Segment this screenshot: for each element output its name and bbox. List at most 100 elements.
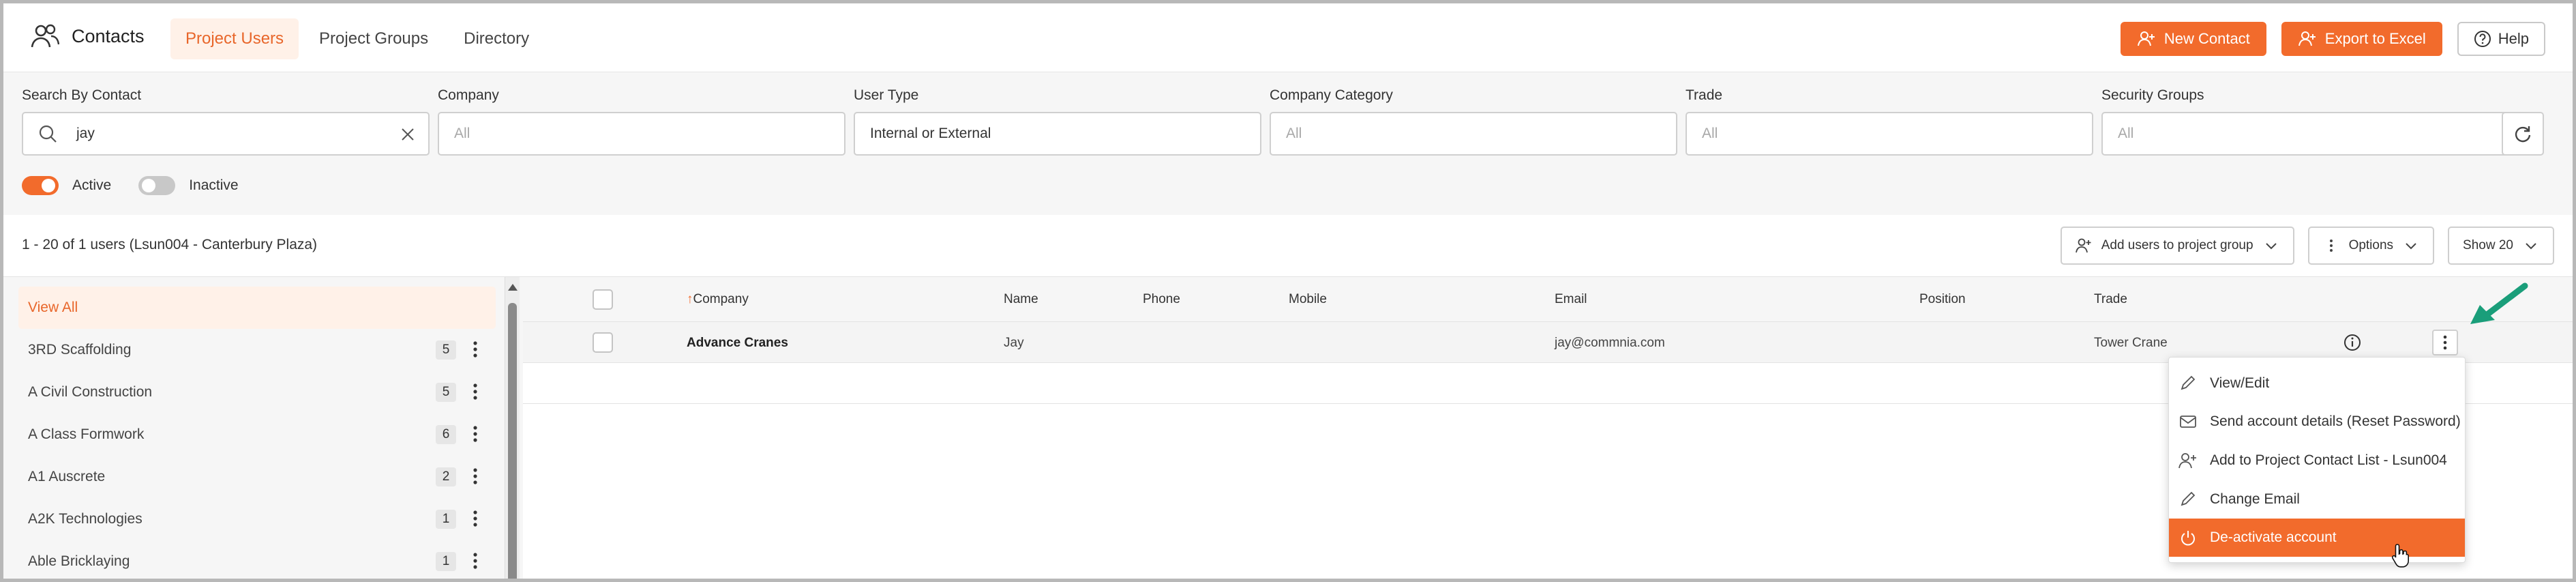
user-type-filter: User Type Internal or External xyxy=(854,87,1261,156)
tab-directory[interactable]: Directory xyxy=(449,18,544,59)
column-header-name[interactable]: Name xyxy=(1004,292,1038,307)
company-category-filter: Company Category All xyxy=(1270,87,1677,156)
count-badge: 6 xyxy=(436,425,456,444)
annotation-arrow-icon xyxy=(2470,282,2528,324)
info-icon[interactable] xyxy=(2343,333,2362,352)
kebab-icon[interactable] xyxy=(468,381,482,403)
results-count: 1 - 20 of 1 users (Lsun004 - Canterbury … xyxy=(22,237,318,252)
sidebar-item-label: A2K Technologies xyxy=(28,511,143,527)
refresh-button[interactable] xyxy=(2502,112,2544,156)
sidebar-item[interactable]: 3RD Scaffolding 5 xyxy=(18,329,496,371)
menu-item-change-email[interactable]: Change Email xyxy=(2169,480,2465,519)
filter-panel: Search By Contact jay Company All User T… xyxy=(3,72,2573,215)
kebab-icon[interactable] xyxy=(468,465,482,487)
row-actions-button[interactable] xyxy=(2432,330,2458,355)
company-category-select[interactable]: All xyxy=(1270,112,1677,156)
cell-name: Jay xyxy=(1004,336,1024,350)
chevron-down-icon xyxy=(2526,243,2536,250)
sidebar-item[interactable]: A1 Auscrete 2 xyxy=(18,456,496,498)
column-header-trade[interactable]: Trade xyxy=(2094,292,2127,307)
row-actions-menu: View/Edit Send account details (Reset Pa… xyxy=(2168,357,2466,563)
header-actions: New Contact Export to Excel Help xyxy=(2120,22,2545,56)
kebab-icon xyxy=(2329,239,2333,252)
power-icon xyxy=(2181,531,2195,546)
search-icon xyxy=(39,125,57,143)
cell-company: Advance Cranes xyxy=(687,336,788,350)
trade-select[interactable]: All xyxy=(1686,112,2093,156)
row-checkbox[interactable] xyxy=(593,332,613,353)
tab-project-users[interactable]: Project Users xyxy=(170,18,299,59)
column-header-email[interactable]: Email xyxy=(1555,292,1587,307)
search-value: jay xyxy=(76,126,95,141)
active-toggle[interactable] xyxy=(22,176,59,195)
hand-cursor-icon xyxy=(2391,544,2409,568)
tab-bar: Project Users Project Groups Directory xyxy=(170,18,544,59)
kebab-icon[interactable] xyxy=(468,550,482,572)
company-list: View All 3RD Scaffolding 5 A Civil Const… xyxy=(18,287,496,579)
user-type-select[interactable]: Internal or External xyxy=(854,112,1261,156)
sidebar-item[interactable]: A2K Technologies 1 xyxy=(18,498,496,540)
sidebar-item-label: Able Bricklaying xyxy=(28,553,130,569)
envelope-icon xyxy=(2180,416,2196,428)
column-header-phone[interactable]: Phone xyxy=(1143,292,1180,307)
menu-item-send-account-details[interactable]: Send account details (Reset Password) xyxy=(2169,403,2465,441)
menu-item-deactivate-account[interactable]: De-activate account xyxy=(2169,519,2465,557)
menu-item-add-to-contact-list[interactable]: Add to Project Contact List - Lsun004 xyxy=(2169,441,2465,480)
export-excel-button[interactable]: Export to Excel xyxy=(2281,22,2442,56)
pencil-icon xyxy=(2181,491,2196,506)
header: Contacts Project Users Project Groups Di… xyxy=(3,3,2573,72)
app-window: Contacts Project Users Project Groups Di… xyxy=(0,0,2576,582)
options-label: Options xyxy=(2348,238,2394,252)
user-type-label: User Type xyxy=(854,87,919,103)
kebab-icon[interactable] xyxy=(468,423,482,445)
company-select[interactable]: All xyxy=(438,112,845,156)
kebab-icon[interactable] xyxy=(468,508,482,529)
select-all-checkbox[interactable] xyxy=(593,289,613,310)
kebab-icon[interactable] xyxy=(468,338,482,360)
cell-email: jay@commnia.com xyxy=(1555,336,1665,350)
scroll-up-icon[interactable] xyxy=(508,284,518,291)
column-header-position[interactable]: Position xyxy=(1919,292,1966,307)
company-label: Company xyxy=(438,87,499,103)
company-filter: Company All xyxy=(438,87,845,156)
results-bar: 1 - 20 of 1 users (Lsun004 - Canterbury … xyxy=(3,215,2573,276)
sidebar-item[interactable]: Able Bricklaying 1 xyxy=(18,540,496,579)
page-title: Contacts xyxy=(72,25,145,46)
trade-filter: Trade All xyxy=(1686,87,2093,156)
new-contact-button[interactable]: New Contact xyxy=(2120,22,2266,56)
add-user-icon xyxy=(2178,453,2196,469)
cell-trade: Tower Crane xyxy=(2094,336,2168,350)
menu-item-label: De-activate account xyxy=(2210,529,2337,545)
menu-item-label: Add to Project Contact List - Lsun004 xyxy=(2210,452,2447,468)
add-user-icon xyxy=(2075,238,2091,253)
sidebar-item[interactable]: A Civil Construction 5 xyxy=(18,371,496,413)
menu-item-label: Send account details (Reset Password) xyxy=(2210,413,2461,429)
column-header-company[interactable]: ↑Company xyxy=(687,292,749,307)
export-excel-label: Export to Excel xyxy=(2324,30,2426,47)
help-button[interactable]: Help xyxy=(2457,22,2545,56)
inactive-toggle[interactable] xyxy=(138,176,176,195)
sidebar-scrollbar[interactable] xyxy=(505,277,520,579)
add-users-to-group-button[interactable]: Add users to project group xyxy=(2060,227,2294,265)
help-label: Help xyxy=(2498,30,2529,47)
trade-label: Trade xyxy=(1686,87,1723,103)
security-groups-filter: Security Groups All xyxy=(2101,87,2509,156)
security-groups-label: Security Groups xyxy=(2101,87,2204,103)
sidebar-item[interactable]: A Class Formwork 6 xyxy=(18,413,496,456)
add-user-icon xyxy=(2298,31,2316,46)
security-groups-select[interactable]: All xyxy=(2101,112,2509,156)
status-toggles: Active Inactive xyxy=(22,176,252,195)
page-size-select[interactable]: Show 20 xyxy=(2448,227,2554,265)
refresh-icon xyxy=(2515,126,2531,143)
scroll-thumb[interactable] xyxy=(508,303,517,579)
sidebar-item-label: A1 Auscrete xyxy=(28,469,106,484)
menu-item-view-edit[interactable]: View/Edit xyxy=(2169,364,2465,403)
search-input[interactable]: jay xyxy=(22,112,430,156)
close-icon[interactable] xyxy=(400,126,416,143)
sidebar-item-view-all[interactable]: View All xyxy=(18,287,496,329)
options-button[interactable]: Options xyxy=(2307,227,2435,265)
column-header-mobile[interactable]: Mobile xyxy=(1289,292,1327,307)
tab-project-groups[interactable]: Project Groups xyxy=(304,18,443,59)
chevron-down-icon xyxy=(2265,243,2277,250)
pencil-icon xyxy=(2181,375,2196,390)
